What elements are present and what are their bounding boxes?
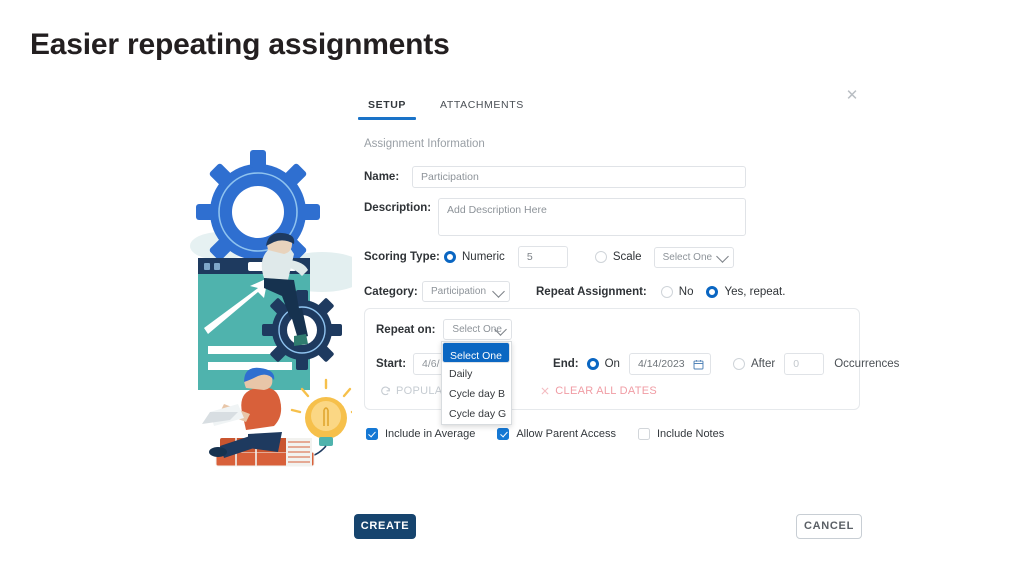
description-input[interactable]: Add Description Here <box>438 198 746 236</box>
end-date-input[interactable]: 4/14/2023 <box>628 353 711 375</box>
calendar-icon[interactable] <box>693 359 704 370</box>
include-notes-label: Include Notes <box>656 428 725 440</box>
dropdown-option-cycle-day-b[interactable]: Cycle day B <box>442 384 511 404</box>
category-row: Category: Participation Repeat Assignmen… <box>364 281 785 302</box>
name-row: Name: Participation <box>364 166 750 188</box>
scoring-type-row: Scoring Type: Numeric 5 Scale Select One <box>364 246 734 268</box>
dropdown-option-daily[interactable]: Daily <box>442 364 511 384</box>
panel-actions-row: POPULATE CLEAR ALL DATES <box>380 385 657 397</box>
include-in-average-label: Include in Average <box>385 428 476 440</box>
repeat-on-row: Repeat on: Select One <box>376 319 513 340</box>
start-label: Start: <box>376 358 407 370</box>
tab-setup[interactable]: SETUP <box>357 99 417 120</box>
options-checkbox-row: Include in Average Allow Parent Access I… <box>366 428 724 440</box>
radio-repeat-no[interactable] <box>660 285 673 298</box>
radio-end-after[interactable] <box>732 358 745 370</box>
allow-parent-access-label: Allow Parent Access <box>516 428 616 440</box>
scale-select-value: Select One <box>662 251 713 263</box>
repeat-on-select[interactable]: Select One <box>443 319 513 340</box>
numeric-label: Numeric <box>462 251 505 263</box>
occurrences-label: Occurrences <box>834 358 900 370</box>
clear-all-dates-button[interactable]: CLEAR ALL DATES <box>540 385 657 397</box>
radio-numeric[interactable] <box>444 251 456 263</box>
repeat-options-panel: Repeat on: Select One Start: 4/6/ End: O… <box>364 308 899 425</box>
name-label: Name: <box>364 171 400 183</box>
numeric-value-input[interactable]: 5 <box>517 246 568 268</box>
repeat-yes-label: Yes, repeat. <box>724 285 786 298</box>
chevron-down-icon <box>492 284 505 298</box>
checkbox-include-notes[interactable] <box>637 428 650 440</box>
scoring-type-label: Scoring Type: <box>364 251 440 263</box>
clear-all-dates-label: CLEAR ALL DATES <box>555 385 657 397</box>
end-label: End: <box>553 358 579 370</box>
category-label: Category: <box>364 285 418 298</box>
end-date-value: 4/14/2023 <box>637 358 685 370</box>
radio-scale[interactable] <box>594 251 607 263</box>
dropdown-option-select-one[interactable]: Select One <box>442 342 510 363</box>
radio-end-on[interactable] <box>586 358 599 370</box>
cancel-button[interactable]: CANCEL <box>796 514 862 539</box>
checkbox-include-in-average[interactable] <box>366 428 378 440</box>
page-title: Easier repeating assignments <box>30 28 450 61</box>
repeat-on-dropdown-list[interactable]: Select One Daily Cycle day B Cycle day G <box>441 341 512 425</box>
section-label: Assignment Information <box>364 138 485 150</box>
tab-attachments[interactable]: ATTACHMENTS <box>436 99 528 120</box>
close-small-icon <box>541 387 549 395</box>
category-select-value: Participation <box>431 286 487 297</box>
end-on-label: On <box>604 358 620 370</box>
repeat-on-label: Repeat on: <box>376 323 436 336</box>
category-select[interactable]: Participation <box>422 281 510 302</box>
dialog-tabs: SETUP ATTACHMENTS <box>357 99 528 120</box>
repeat-no-label: No <box>678 285 694 298</box>
dropdown-option-cycle-day-g[interactable]: Cycle day G <box>442 404 511 424</box>
close-icon[interactable]: ✕ <box>844 88 860 104</box>
description-label: Description: <box>364 202 432 214</box>
scale-label: Scale <box>612 251 642 263</box>
end-after-label: After <box>750 358 776 370</box>
chevron-down-icon <box>715 250 729 263</box>
occurrences-input[interactable]: 0 <box>784 353 825 375</box>
hero-illustration <box>190 150 370 490</box>
description-row: Description: Add Description Here <box>364 198 750 236</box>
scale-select[interactable]: Select One <box>653 246 734 268</box>
create-button[interactable]: CREATE <box>354 514 416 539</box>
refresh-icon <box>381 386 390 395</box>
name-input[interactable]: Participation <box>412 166 746 188</box>
repeat-assignment-label: Repeat Assignment: <box>536 285 647 298</box>
radio-repeat-yes[interactable] <box>706 285 719 298</box>
checkbox-allow-parent-access[interactable] <box>497 428 510 440</box>
assignment-dialog: ✕ SETUP ATTACHMENTS Assignment Informati… <box>352 86 899 539</box>
